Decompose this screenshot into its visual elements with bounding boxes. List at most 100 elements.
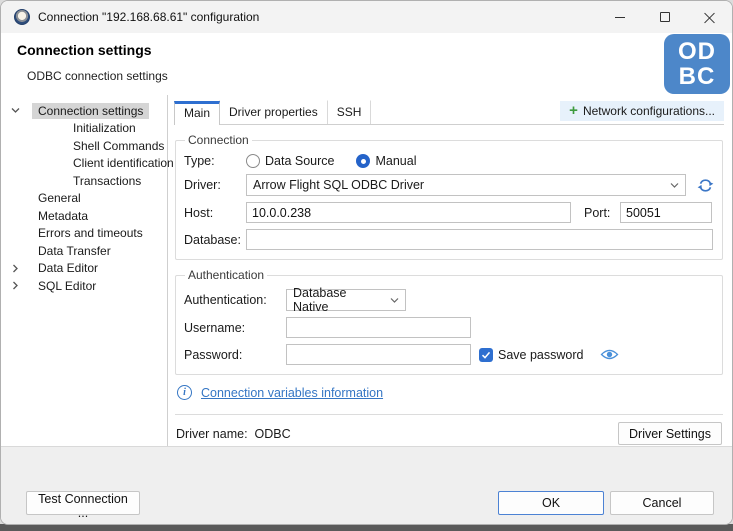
chevron-right-icon[interactable] [8, 264, 22, 273]
password-label: Password: [184, 348, 286, 362]
tree-item-label: Initialization [67, 120, 142, 136]
database-label: Database: [184, 233, 246, 247]
ok-button[interactable]: OK [498, 491, 604, 515]
connection-variables-row: i Connection variables information [177, 385, 723, 400]
driver-row: Driver: Arrow Flight SQL ODBC Driver [184, 174, 714, 196]
type-row: Type: Data Source Manual [184, 154, 714, 168]
sidebar-item-shell-commands[interactable]: Shell Commands [1, 137, 167, 155]
database-input[interactable] [246, 229, 713, 250]
host-label: Host: [184, 206, 246, 220]
dialog-header: Connection settings ODBC connection sett… [1, 33, 732, 95]
username-row: Username: [184, 317, 714, 338]
host-input[interactable] [246, 202, 571, 223]
authentication-combo[interactable]: Database Native [286, 289, 406, 311]
odbc-logo-line2: BC [679, 64, 716, 89]
sidebar-item-data-editor[interactable]: Data Editor [1, 260, 167, 278]
network-configurations-label: Network configurations... [583, 104, 715, 118]
sidebar-item-client-identification[interactable]: Client identification [1, 155, 167, 173]
tab-driver-properties[interactable]: Driver properties [219, 100, 328, 124]
authentication-label: Authentication: [184, 293, 286, 307]
close-button[interactable] [687, 1, 732, 33]
tree-item-label: Connection settings [32, 103, 149, 119]
sidebar-item-general[interactable]: General [1, 190, 167, 208]
driver-combo-value: Arrow Flight SQL ODBC Driver [253, 178, 424, 192]
minimize-button[interactable] [597, 1, 642, 33]
tree-item-label: General [32, 190, 87, 206]
tree-item-label: Data Editor [32, 260, 104, 276]
desktop-background [0, 524, 733, 531]
odbc-logo-line1: OD [678, 39, 716, 64]
window-title: Connection "192.168.68.61" configuration [38, 10, 259, 24]
page-subtitle: ODBC connection settings [27, 69, 716, 83]
dialog-button-bar: Test Connection ... OK Cancel [1, 446, 732, 524]
sync-driver-icon[interactable] [697, 177, 714, 194]
type-label: Type: [184, 154, 246, 168]
database-row: Database: [184, 229, 714, 250]
eye-icon[interactable] [600, 348, 619, 361]
authentication-group: Authentication Authentication: Database … [175, 268, 723, 375]
save-password-checkbox[interactable] [479, 348, 493, 362]
sidebar-item-connection-settings[interactable]: Connection settings [1, 102, 167, 120]
tree-item-label: Client identification [67, 155, 180, 171]
window-controls [597, 1, 732, 33]
connection-group: Connection Type: Data Source Manual Driv… [175, 133, 723, 260]
host-row: Host: Port: [184, 202, 714, 223]
checkmark-icon [481, 350, 491, 360]
tree-item-label: Metadata [32, 208, 94, 224]
connection-group-legend: Connection [185, 133, 252, 147]
data-source-radio-label[interactable]: Data Source [265, 154, 334, 168]
driver-name-row: Driver name: ODBC Driver Settings [175, 414, 723, 447]
password-input[interactable] [286, 344, 471, 365]
port-label: Port: [584, 206, 620, 220]
tree-item-label: Errors and timeouts [32, 225, 149, 241]
tab-strip: Main Driver properties SSH + Network con… [174, 95, 724, 125]
chevron-right-icon[interactable] [8, 281, 22, 290]
app-icon [14, 9, 30, 25]
minimize-icon [615, 17, 625, 18]
main-tab-content: Connection Type: Data Source Manual Driv… [174, 125, 724, 452]
driver-name-label: Driver name: [176, 427, 248, 441]
driver-settings-button[interactable]: Driver Settings [618, 422, 722, 445]
test-connection-button[interactable]: Test Connection ... [26, 491, 140, 515]
tab-main[interactable]: Main [174, 101, 220, 125]
info-icon: i [177, 385, 192, 400]
tree-item-label: SQL Editor [32, 278, 102, 294]
save-password-label[interactable]: Save password [498, 348, 583, 362]
manual-radio-label[interactable]: Manual [375, 154, 416, 168]
maximize-button[interactable] [642, 1, 687, 33]
authentication-row: Authentication: Database Native [184, 289, 714, 311]
data-source-radio[interactable] [246, 154, 260, 168]
settings-tree: Connection settings Initialization Shell… [1, 95, 168, 446]
sidebar-item-data-transfer[interactable]: Data Transfer [1, 242, 167, 260]
sidebar-item-errors-and-timeouts[interactable]: Errors and timeouts [1, 225, 167, 243]
network-configurations-button[interactable]: + Network configurations... [560, 101, 724, 121]
connection-variables-link[interactable]: Connection variables information [201, 386, 383, 400]
chevron-down-icon[interactable] [8, 106, 22, 115]
cancel-button[interactable]: Cancel [610, 491, 714, 515]
driver-name-value: ODBC [255, 427, 291, 441]
tree-item-label: Transactions [67, 173, 147, 189]
tab-ssh[interactable]: SSH [327, 100, 372, 124]
sidebar-item-metadata[interactable]: Metadata [1, 207, 167, 225]
page-title: Connection settings [17, 42, 716, 58]
tree-item-label: Shell Commands [67, 138, 170, 154]
sidebar-item-sql-editor[interactable]: SQL Editor [1, 277, 167, 295]
title-bar[interactable]: Connection "192.168.68.61" configuration [1, 1, 732, 33]
authentication-combo-value: Database Native [293, 286, 384, 314]
plus-icon: + [569, 105, 578, 117]
connection-configuration-dialog: Connection "192.168.68.61" configuration… [0, 0, 733, 525]
password-row: Password: Save password [184, 344, 714, 365]
odbc-logo: OD BC [664, 34, 730, 94]
chevron-down-icon [670, 181, 679, 190]
authentication-group-legend: Authentication [185, 268, 267, 282]
main-panel: Main Driver properties SSH + Network con… [168, 95, 732, 446]
username-input[interactable] [286, 317, 471, 338]
port-input[interactable] [620, 202, 712, 223]
username-label: Username: [184, 321, 286, 335]
sidebar-item-transactions[interactable]: Transactions [1, 172, 167, 190]
driver-combo[interactable]: Arrow Flight SQL ODBC Driver [246, 174, 686, 196]
tree-item-label: Data Transfer [32, 243, 117, 259]
sidebar-item-initialization[interactable]: Initialization [1, 120, 167, 138]
close-icon [704, 12, 715, 23]
manual-radio[interactable] [356, 154, 370, 168]
